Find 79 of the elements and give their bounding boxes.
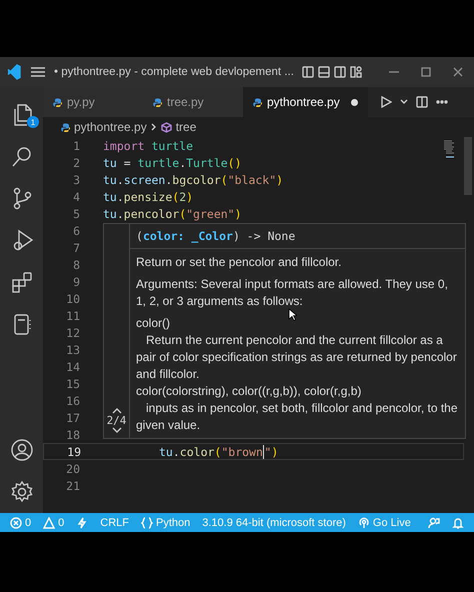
line-number: 1: [72, 138, 80, 152]
python-file-icon: [61, 122, 70, 132]
line-number: 15: [65, 376, 80, 390]
settings-icon[interactable]: [10, 480, 34, 504]
code-line: tu.screen.bgcolor("black"): [103, 172, 284, 186]
code-line: tu = turtle.Turtle(): [103, 156, 242, 170]
editor-tab[interactable]: py.py: [43, 87, 143, 117]
line-number: 9: [72, 274, 80, 288]
cube-icon: [160, 122, 172, 132]
line-number: 20: [65, 462, 80, 476]
line-number: 14: [65, 360, 80, 374]
code-line: tu.pensize(2): [103, 190, 194, 204]
editor-tab[interactable]: tree.py: [143, 87, 243, 117]
line-number: 16: [65, 394, 80, 408]
maximize-icon[interactable]: [421, 67, 431, 77]
split-layout-icon[interactable]: [334, 66, 346, 78]
line-number: 3: [72, 172, 80, 186]
run-icon[interactable]: [380, 96, 392, 108]
code-line: tu.color("brown"): [159, 444, 278, 458]
overload-counter: 2/4: [106, 414, 126, 427]
line-number: 6: [72, 224, 80, 238]
custom-layout-icon[interactable]: [350, 66, 362, 78]
line-number: 21: [65, 478, 80, 492]
python-file-icon: [153, 98, 162, 106]
line-number: 18: [65, 428, 80, 442]
doc-paragraph: Arguments: Several input formats are allowed. They use 0, 1, 2, or 3 arguments as follows:: [136, 276, 449, 310]
unsaved-dot-icon: [350, 98, 358, 106]
menu-icon[interactable]: [30, 66, 46, 78]
line-number: 10: [65, 292, 80, 306]
braces-icon[interactable]: [140, 516, 153, 528]
error-icon[interactable]: [10, 516, 22, 528]
panel-layout-icon[interactable]: [318, 66, 330, 78]
line-number: 8: [72, 258, 80, 272]
code-line: tu.pencolor("green"): [103, 206, 242, 220]
mouse-pointer-icon: [288, 308, 297, 321]
scrollbar-thumb[interactable]: [464, 137, 472, 195]
split-editor-icon[interactable]: [416, 96, 428, 108]
bell-icon[interactable]: [452, 516, 464, 528]
line-number: 11: [65, 308, 80, 322]
doc-description: Return the current pencolor and the current fillcolor as a pair of color specification strings as are returned by pencolor and fillcolor.: [136, 332, 458, 383]
window-title: • pythontree.py - complete web devlopement ...: [54, 66, 294, 78]
doc-description: inputs as in pencolor, set both, fillcolor and pencolor, to the given value.: [136, 400, 459, 434]
line-number: 7: [72, 240, 80, 254]
caret-icon[interactable]: [400, 99, 408, 105]
status-item[interactable]: Go Live: [372, 516, 411, 528]
doc-paragraph: Return or set the pencolor and fillcolor.: [136, 254, 342, 271]
status-item[interactable]: Python: [156, 516, 190, 528]
signature-text: (color: _Color) -> None: [130, 224, 465, 249]
line-number: 5: [72, 206, 80, 220]
status-item[interactable]: CRLF: [100, 516, 129, 528]
feedback-icon[interactable]: [428, 516, 440, 528]
broadcast-icon[interactable]: [358, 516, 370, 528]
line-number: 17: [65, 410, 80, 424]
line-number: 13: [65, 342, 80, 356]
status-item[interactable]: 0: [25, 516, 32, 528]
sidebar-layout-icon[interactable]: [302, 66, 314, 78]
status-item[interactable]: 3.10.9 64-bit (microsoft store): [202, 516, 346, 528]
lightning-icon[interactable]: [76, 516, 88, 528]
python-file-icon: [253, 98, 262, 106]
warning-icon[interactable]: [43, 516, 56, 528]
line-number: 19: [66, 444, 81, 458]
more-icon[interactable]: [436, 100, 448, 104]
count-badge: 1: [27, 116, 39, 128]
status-item[interactable]: 0: [58, 516, 64, 528]
breadcrumb-item[interactable]: tree: [176, 120, 196, 134]
line-number: 12: [65, 326, 80, 340]
chevron-icon: [150, 123, 157, 131]
line-number: 2: [72, 156, 80, 170]
account-icon[interactable]: [10, 438, 34, 462]
editor-tab[interactable]: pythontree.py: [243, 87, 368, 117]
vscode-logo-icon: [6, 64, 22, 80]
doc-signature: color(): [136, 315, 170, 332]
python-file-icon: [53, 98, 62, 106]
close-icon[interactable]: [453, 67, 463, 77]
breadcrumb-item[interactable]: pythontree.py: [74, 120, 147, 134]
code-line: import turtle: [103, 138, 194, 152]
extensions-icon[interactable]: [10, 270, 34, 294]
doc-signature: color(colorstring), color((r,g,b)), color(r,g,b): [136, 383, 362, 400]
line-number: 4: [72, 190, 80, 204]
